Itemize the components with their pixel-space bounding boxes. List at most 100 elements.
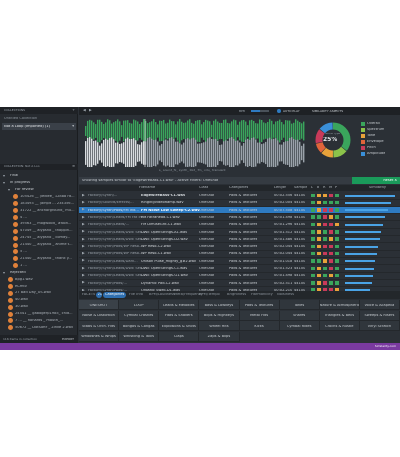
tree-item[interactable]: 24541 __ gabogerp1985_ chld... <box>0 311 78 317</box>
tree-item[interactable]: 31722 __ anchorground_ mu... <box>0 208 78 214</box>
category-cell[interactable]: Nature & Atmospherics <box>319 300 360 310</box>
play-icon[interactable]: ▶ <box>82 274 85 278</box>
column-header[interactable]: M <box>329 186 332 190</box>
expand-arrow-icon[interactable] <box>3 271 5 274</box>
facet-tab[interactable]: Categories <box>105 293 124 297</box>
facet-tab[interactable]: BPM/Tempo <box>199 293 220 297</box>
category-cell[interactable]: Snares <box>279 310 320 321</box>
tree-item[interactable]: 27 Bad Day_US.wav <box>0 290 78 296</box>
category-cell[interactable]: Vinyl Scratch <box>359 321 400 331</box>
tree-item[interactable]: Bpg1.wav <box>0 277 78 283</box>
category-cell[interactable]: Stabs & Orch. Hits <box>79 321 120 331</box>
export-button[interactable]: EXPORT <box>62 338 74 341</box>
plus-icon[interactable]: + <box>72 109 75 113</box>
play-icon[interactable]: ▶ <box>82 216 85 220</box>
column-header[interactable]: R <box>323 186 326 190</box>
tree-item[interactable]: 24745 __ alypsno _ comdy... <box>0 235 78 241</box>
legend-item[interactable]: Spectrum <box>359 127 400 132</box>
reset-filter-bar[interactable]: Reset X <box>352 177 400 184</box>
category-cell[interactable]: LOOP <box>119 300 160 310</box>
play-icon[interactable]: ▶ <box>82 238 85 242</box>
category-cell[interactable]: Claps <box>159 331 200 342</box>
play-icon[interactable]: ▶ <box>82 267 85 271</box>
facet-tab[interactable]: Brightness <box>227 293 246 297</box>
play-icon[interactable]: ▶ <box>82 245 85 249</box>
expand-arrow-icon[interactable] <box>3 175 5 177</box>
category-cell[interactable]: Leads & Melodies <box>159 300 200 310</box>
tree-item[interactable]: 1 ... <box>0 263 78 269</box>
category-cell[interactable]: Blips & Highkeys <box>199 310 240 321</box>
play-icon[interactable]: ▶ <box>82 259 85 263</box>
menu-icon[interactable]: ≡ <box>72 165 75 169</box>
forward-button[interactable]: ▶ <box>89 109 92 113</box>
expand-arrow-icon[interactable] <box>3 181 5 184</box>
column-header[interactable]: Class <box>199 186 208 190</box>
category-cell[interactable]: Zaps & Blips <box>199 331 240 342</box>
autoplay-toggle[interactable] <box>277 109 281 113</box>
tree-item[interactable]: 4 ... <box>0 214 78 220</box>
tree-folder[interactable]: For review <box>0 187 78 193</box>
play-icon[interactable]: ▶ <box>82 281 85 285</box>
tree-folder[interactable]: In progress <box>0 180 78 186</box>
category-cell[interactable]: Triangles & Bells <box>319 310 360 321</box>
column-header[interactable]: B <box>317 186 319 190</box>
category-cell[interactable]: Crochs & Rustle <box>319 321 360 331</box>
tree-item[interactable]: 30.wav <box>0 304 78 310</box>
tree-item[interactable]: RCmtv <box>0 283 78 289</box>
tree-item[interactable]: 47049 __ alypsno _ thoppin... <box>0 228 78 234</box>
category-cell[interactable]: Cymbal Crashes <box>119 310 160 321</box>
reset-button[interactable]: Reset X <box>383 179 397 183</box>
play-icon[interactable]: ▶ <box>82 230 85 234</box>
legend-item[interactable]: Amplitude <box>359 151 400 156</box>
facet-tab[interactable]: BPM/Loudness <box>149 293 175 297</box>
category-cell[interactable]: Bass & Lowkeys <box>199 300 240 310</box>
bpm-slider[interactable] <box>251 110 269 112</box>
category-cell[interactable]: Pads & Textures <box>239 300 280 310</box>
column-header[interactable]: Filename <box>139 186 155 190</box>
tree-item[interactable]: 5 ... <box>0 249 78 255</box>
collection-selector[interactable]: Not a Loop (Imported) (1) ▾ <box>2 123 76 130</box>
column-header[interactable]: L <box>311 186 313 190</box>
play-icon[interactable]: ▶ <box>82 201 85 205</box>
category-cell[interactable]: Voice & Acapella <box>359 300 400 310</box>
tree-item[interactable]: 21440 __ alypsno _ thank y... <box>0 256 78 262</box>
category-cell[interactable]: Kicks <box>239 321 280 331</box>
play-icon[interactable]: ▶ <box>82 252 85 256</box>
back-button[interactable]: ◀ <box>83 109 86 113</box>
tree-folder[interactable]: Rejected <box>0 270 78 276</box>
category-cell[interactable]: Metal Hits <box>239 310 280 321</box>
legend-item[interactable]: Envelope <box>359 139 400 144</box>
waveform-display[interactable] <box>85 119 305 167</box>
tree-item[interactable]: 50672 __ DotSoftr _ Zinke 2.wav <box>0 325 78 331</box>
category-cell[interactable]: ONESHOT <box>79 300 120 310</box>
tree-item[interactable]: 21440 __ alypsno _ anime t... <box>0 242 78 248</box>
tree-folder[interactable]: Final <box>0 173 78 179</box>
facet-tab[interactable]: Noisiness <box>277 293 294 297</box>
legend-item[interactable]: Pitch <box>359 145 400 150</box>
category-cell[interactable]: Whistling & Taxis <box>119 331 160 342</box>
tree-item[interactable]: 7 ... __ honards _ mouth_... <box>0 318 78 324</box>
category-cell[interactable]: Wheel Hits <box>199 321 240 331</box>
play-icon[interactable]: ▶ <box>82 194 85 198</box>
category-cell[interactable]: Noise & Distortion <box>79 310 120 321</box>
play-icon[interactable]: ▶ <box>82 208 85 212</box>
tree-item[interactable]: 183493 __ (alfiplt ... 234356... <box>0 201 78 207</box>
legend-item[interactable]: Tone <box>359 133 400 138</box>
column-header[interactable]: Similarity <box>369 186 386 190</box>
category-cell[interactable]: Whooshes & Whips <box>79 331 120 342</box>
category-cell[interactable]: Tones <box>279 300 320 310</box>
category-cell[interactable]: Explosions & Shots <box>159 321 200 331</box>
chevron-down-icon[interactable]: ▾ <box>72 125 74 129</box>
category-cell[interactable]: Hats & Shakers <box>159 310 200 321</box>
column-header[interactable]: Length <box>274 186 286 190</box>
expand-arrow-icon[interactable] <box>8 188 10 191</box>
tree-item[interactable]: 39563 __ mogwood_ #Non... <box>0 221 78 227</box>
facet-tab[interactable]: File Info <box>129 293 143 297</box>
tree-item[interactable]: 40.wav <box>0 297 78 303</box>
tree-item[interactable]: 105426 __ (ledlee_ 12888 rd... <box>0 194 78 200</box>
facet-tab[interactable]: Harmonicity <box>251 293 273 297</box>
column-header[interactable]: Categories <box>229 186 248 190</box>
category-cell[interactable]: Cymbal Rides <box>279 321 320 331</box>
play-icon[interactable]: ▶ <box>82 223 85 227</box>
category-cell[interactable]: Sweeps & Risers <box>359 310 400 321</box>
